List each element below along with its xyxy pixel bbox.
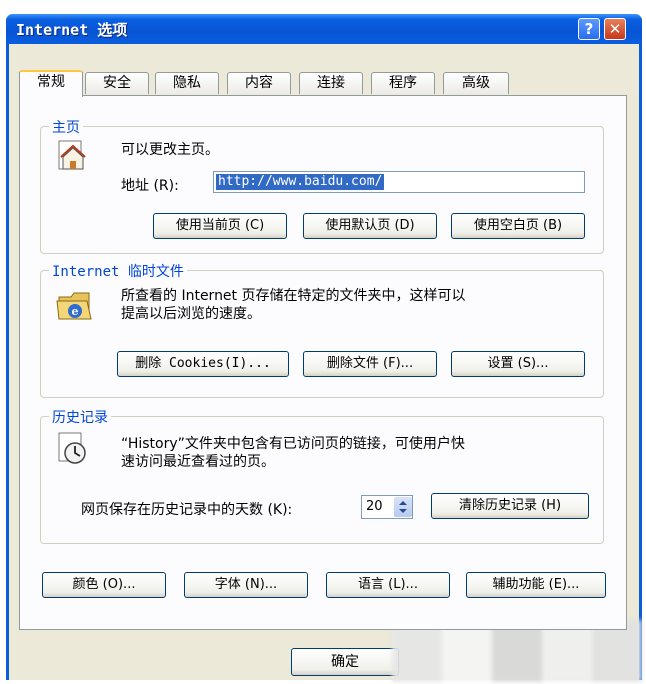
home-page-group: 主页 可以更改主页。 地址 (R): http://www.baidu.com/… xyxy=(40,117,604,254)
fonts-button[interactable]: 字体 (N)... xyxy=(184,572,308,598)
ok-button[interactable]: 确定 xyxy=(291,648,399,676)
close-button[interactable]: ✕ xyxy=(604,18,626,40)
history-desc-1: “History”文件夹中包含有已访问页的链接，可使用户快 xyxy=(121,436,465,452)
spinner-up-down-icon xyxy=(399,501,407,513)
temp-files-desc-1: 所查看的 Internet 页存储在特定的文件夹中，这样可以 xyxy=(121,288,466,304)
window-title: Internet 选项 xyxy=(16,21,128,39)
delete-cookies-button[interactable]: 删除 Cookies(I)... xyxy=(117,351,289,377)
history-title: 历史记录 xyxy=(49,407,111,427)
history-days-value: 20 xyxy=(366,499,383,514)
home-page-title: 主页 xyxy=(49,117,83,137)
home-page-description: 可以更改主页。 xyxy=(121,142,219,158)
history-days-label: 网页保存在历史记录中的天数 (K): xyxy=(81,502,293,518)
help-button[interactable]: ? xyxy=(578,18,600,40)
title-bar[interactable]: Internet 选项 ? ✕ xyxy=(6,14,642,44)
history-icon xyxy=(58,432,86,464)
delete-files-button[interactable]: 删除文件 (F)... xyxy=(303,351,437,377)
tab-privacy[interactable]: 隐私 xyxy=(155,72,219,94)
history-group: 历史记录 “History”文件夹中包含有已访问页的链接，可使用户快 速访问最近… xyxy=(40,407,604,544)
tab-general[interactable]: 常规 xyxy=(19,70,83,97)
temp-files-desc-2: 提高以后浏览的速度。 xyxy=(121,306,261,322)
history-days-spinner[interactable]: 20 xyxy=(361,495,413,519)
general-panel: 主页 可以更改主页。 地址 (R): http://www.baidu.com/… xyxy=(19,95,627,630)
clear-history-button[interactable]: 清除历史记录 (H) xyxy=(431,493,589,519)
use-default-button[interactable]: 使用默认页 (D) xyxy=(303,213,437,239)
tab-connections[interactable]: 连接 xyxy=(299,72,363,94)
tab-programs[interactable]: 程序 xyxy=(371,72,435,94)
temp-files-icon: e xyxy=(56,292,92,320)
temp-files-title: Internet 临时文件 xyxy=(49,261,187,281)
temp-files-group: Internet 临时文件 e 所查看的 Internet 页存储在特定的文件夹… xyxy=(40,261,604,398)
languages-button[interactable]: 语言 (L)... xyxy=(326,572,450,598)
history-desc-2: 速访问最近查看过的页。 xyxy=(121,454,275,470)
dialog-client: 常规 安全 隐私 内容 连接 程序 高级 主页 可以更改主页。 地址 (R): xyxy=(9,44,639,680)
internet-options-window: Internet 选项 ? ✕ 常规 安全 隐私 内容 连接 程序 高级 主页 xyxy=(6,14,642,680)
home-page-icon xyxy=(58,140,86,170)
address-input[interactable]: http://www.baidu.com/ xyxy=(213,171,585,193)
use-blank-button[interactable]: 使用空白页 (B) xyxy=(451,213,585,239)
tab-advanced[interactable]: 高级 xyxy=(443,72,509,94)
svg-text:e: e xyxy=(72,305,79,318)
use-current-button[interactable]: 使用当前页 (C) xyxy=(153,213,287,239)
spinner-arrows[interactable] xyxy=(394,497,412,517)
tab-content[interactable]: 内容 xyxy=(227,72,291,94)
settings-button[interactable]: 设置 (S)... xyxy=(451,351,585,377)
address-label: 地址 (R): xyxy=(121,178,179,194)
accessibility-button[interactable]: 辅助功能 (E)... xyxy=(466,572,606,598)
tab-security[interactable]: 安全 xyxy=(85,72,149,94)
address-value: http://www.baidu.com/ xyxy=(216,174,385,190)
colors-button[interactable]: 颜色 (O)... xyxy=(42,572,166,598)
